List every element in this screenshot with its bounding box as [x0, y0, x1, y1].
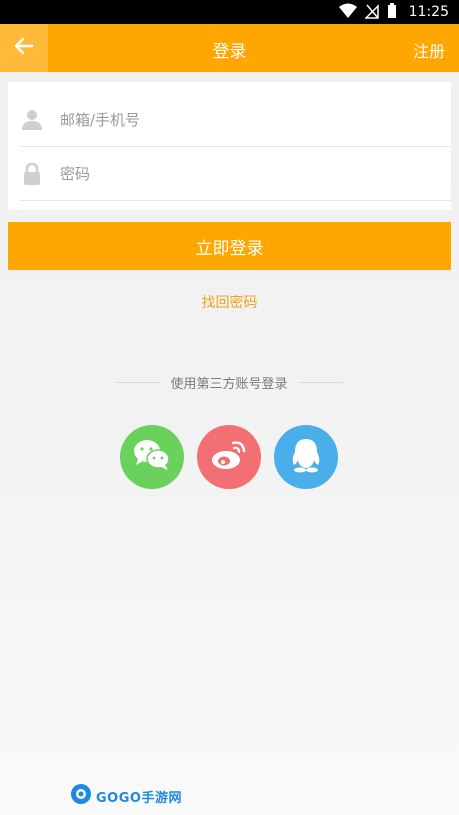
- login-button[interactable]: 立即登录: [8, 222, 451, 270]
- logo-icon: [70, 783, 92, 809]
- forgot-password-link[interactable]: 找回密码: [0, 292, 459, 312]
- wechat-login-button[interactable]: [120, 425, 184, 489]
- divider-line-right: [297, 381, 344, 383]
- qq-icon: [289, 436, 323, 478]
- wifi-icon: [339, 3, 357, 23]
- battery-icon: [387, 3, 397, 23]
- weibo-icon: [209, 438, 249, 476]
- divider-line-left: [115, 381, 161, 383]
- watermark-text: GOGO手游网: [96, 790, 182, 806]
- qq-login-button[interactable]: [274, 425, 338, 489]
- app-bar: 登录 注册: [0, 24, 459, 72]
- status-icons: [339, 3, 397, 23]
- site-watermark: GOGO手游网: [70, 784, 182, 808]
- login-form: [8, 82, 451, 210]
- status-time: 11:25: [408, 4, 449, 20]
- account-input[interactable]: [58, 110, 422, 130]
- password-row: [20, 148, 451, 201]
- lock-icon: [20, 162, 44, 186]
- register-button[interactable]: 注册: [413, 38, 445, 62]
- third-party-divider: 使用第三方账号登录: [115, 372, 344, 392]
- password-input[interactable]: [58, 164, 422, 184]
- user-icon: [20, 108, 44, 132]
- account-row: [20, 94, 451, 147]
- weibo-login-button[interactable]: [197, 425, 261, 489]
- signal-icon: [364, 3, 379, 23]
- page-title: 登录: [212, 42, 247, 62]
- third-party-label: 使用第三方账号登录: [170, 376, 288, 392]
- status-bar: 11:25: [0, 0, 459, 24]
- wechat-icon: [132, 438, 172, 476]
